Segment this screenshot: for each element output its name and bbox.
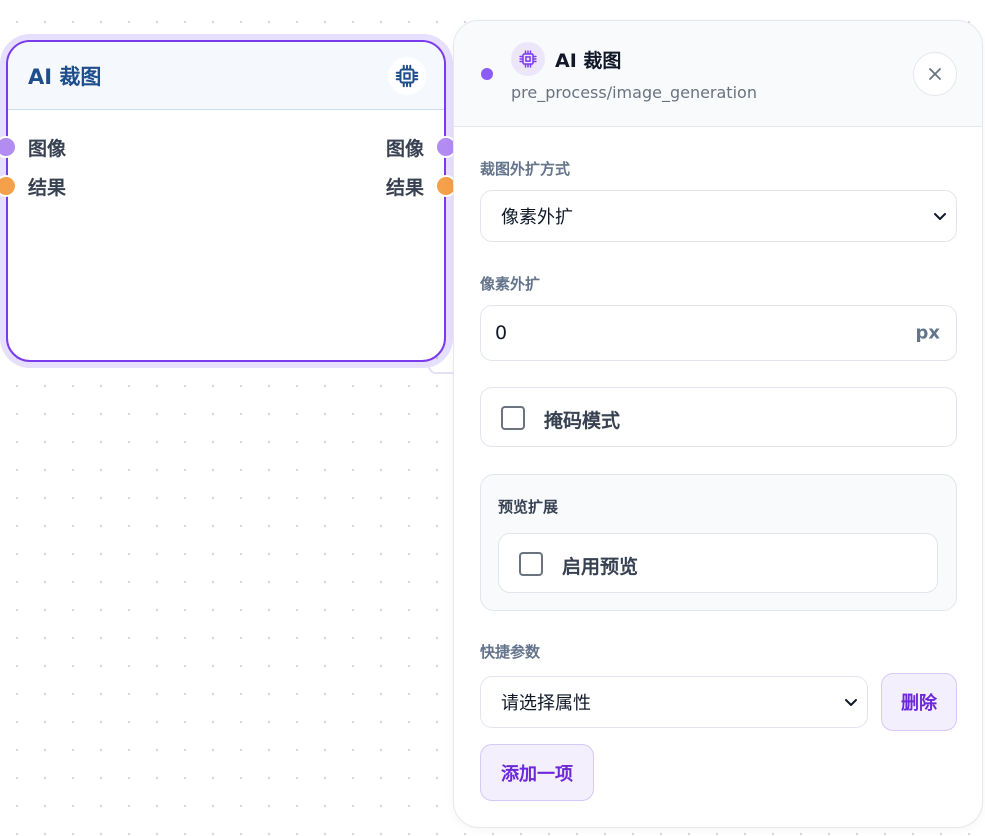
enable-preview-row[interactable]: 启用预览 xyxy=(498,533,938,593)
node-header[interactable]: AI 裁图 xyxy=(8,42,444,110)
preview-section: 预览扩展 启用预览 xyxy=(480,474,957,611)
close-button[interactable] xyxy=(913,52,957,96)
chevron-down-icon xyxy=(845,699,857,706)
preview-section-title: 预览扩展 xyxy=(498,498,559,516)
input-port-image[interactable] xyxy=(0,136,17,158)
connection-edge xyxy=(428,362,454,374)
output-label-image: 图像 xyxy=(385,138,424,160)
pixel-expand-label: 像素外扩 xyxy=(480,275,541,293)
delete-button[interactable]: 删除 xyxy=(881,673,957,731)
cpu-chip-icon xyxy=(388,56,426,95)
crop-mode-label: 裁图外扩方式 xyxy=(480,160,571,178)
status-indicator xyxy=(481,68,493,80)
mask-mode-row[interactable]: 掩码模式 xyxy=(480,387,957,447)
input-label-image: 图像 xyxy=(28,138,67,160)
input-port-result[interactable] xyxy=(0,175,17,197)
enable-preview-checkbox[interactable] xyxy=(519,552,543,576)
panel-subtitle: pre_process/image_generation xyxy=(511,83,757,102)
crop-mode-value: 像素外扩 xyxy=(501,207,573,228)
properties-panel: AI 裁图 pre_process/image_generation 裁图外扩方… xyxy=(453,20,983,828)
attribute-select[interactable]: 请选择属性 xyxy=(480,676,868,728)
ai-crop-node[interactable]: AI 裁图 图像 结果 图像 结果 xyxy=(0,40,457,362)
pixel-expand-value: 0 xyxy=(495,322,508,344)
pixel-unit: px xyxy=(915,322,941,344)
attribute-select-placeholder: 请选择属性 xyxy=(501,693,591,714)
crop-mode-select[interactable]: 像素外扩 xyxy=(480,190,957,242)
input-label-result: 结果 xyxy=(28,177,67,199)
panel-header: AI 裁图 pre_process/image_generation xyxy=(454,21,982,127)
enable-preview-label: 启用预览 xyxy=(562,556,639,578)
panel-title: AI 裁图 xyxy=(555,50,622,72)
quick-params-label: 快捷参数 xyxy=(480,643,541,661)
mask-mode-checkbox[interactable] xyxy=(501,406,525,430)
cpu-chip-icon xyxy=(511,42,545,76)
add-item-button[interactable]: 添加一项 xyxy=(480,744,594,801)
pixel-expand-input[interactable]: 0 px xyxy=(480,305,957,361)
node-title: AI 裁图 xyxy=(28,64,102,89)
chevron-down-icon xyxy=(934,213,946,220)
output-label-result: 结果 xyxy=(385,177,424,199)
mask-mode-label: 掩码模式 xyxy=(544,410,621,432)
close-icon xyxy=(929,68,941,80)
